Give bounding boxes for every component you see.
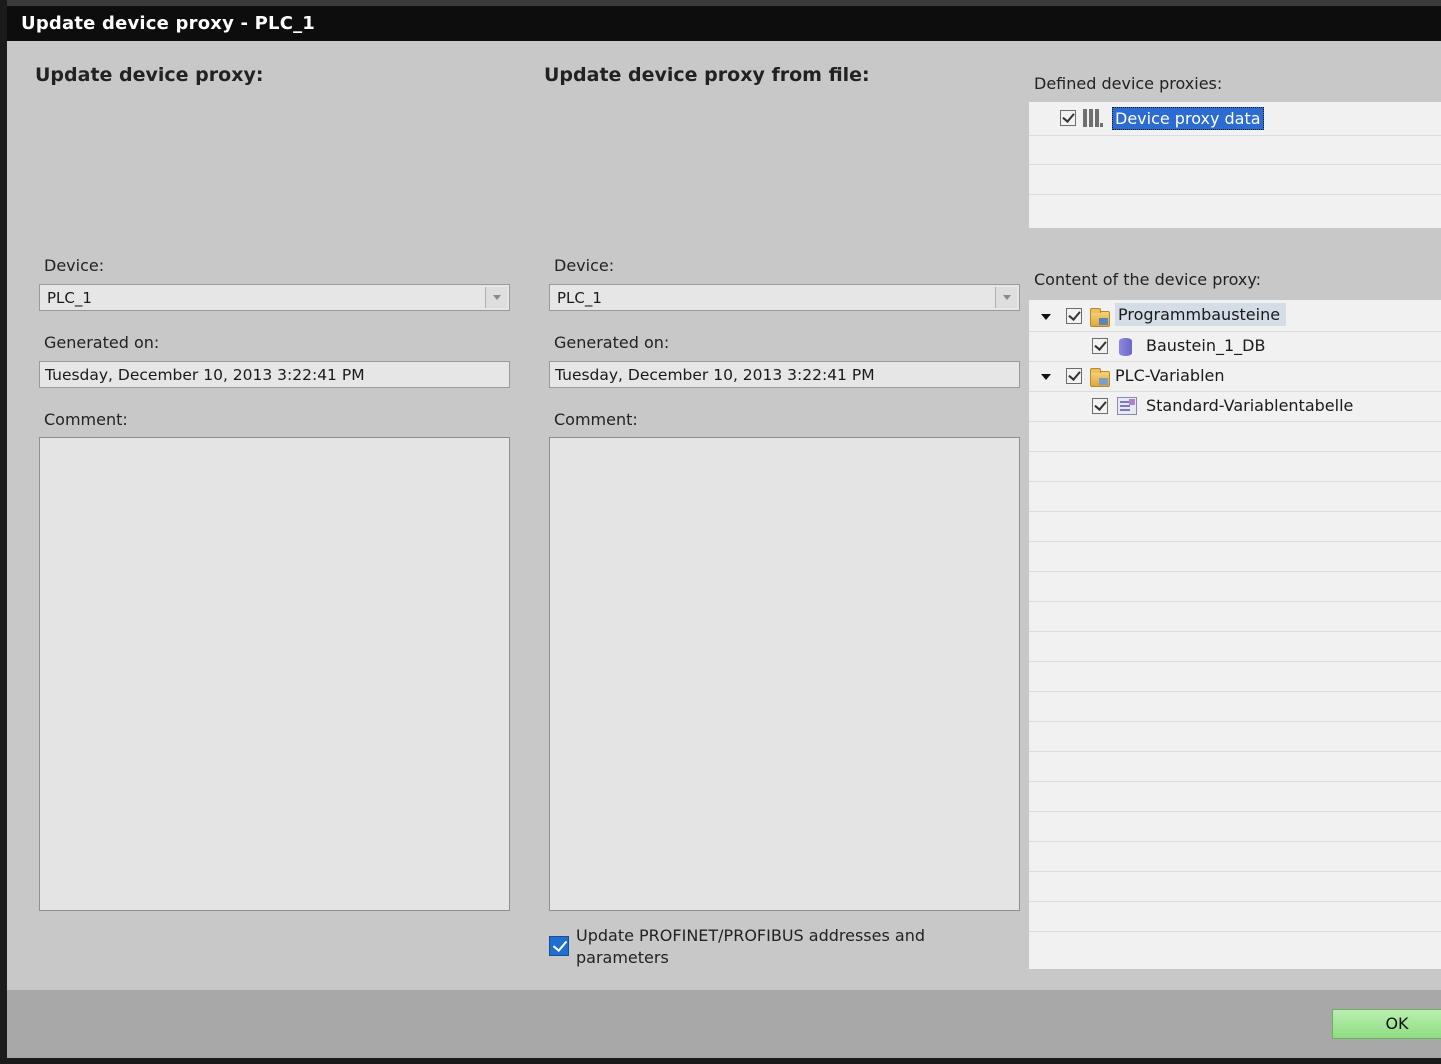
- generated-on-value: Tuesday, December 10, 2013 3:22:41 PM: [45, 366, 365, 384]
- tag-table-icon: [1117, 397, 1137, 415]
- generated-on-field: Tuesday, December 10, 2013 3:22:41 PM: [39, 361, 510, 388]
- row-divider: [1029, 841, 1441, 842]
- file-generated-on-label: Generated on:: [554, 333, 670, 352]
- tree-item-baustein-1-db[interactable]: Baustein_1_DB: [1029, 333, 1441, 361]
- baustein-1-db-checkbox[interactable]: [1092, 338, 1108, 354]
- device-select-value: PLC_1: [47, 289, 92, 307]
- window-title: Update device proxy - PLC_1: [21, 13, 316, 34]
- dialog-footer: [7, 990, 1441, 1058]
- update-addresses-label-line2: parameters: [576, 948, 669, 967]
- defined-proxies-list: Device proxy data: [1029, 102, 1441, 228]
- content-tree: Programmbausteine Baustein_1_DB PLC-Vari…: [1029, 300, 1441, 969]
- row-divider: [1029, 451, 1441, 452]
- comment-label: Comment:: [44, 410, 128, 429]
- row-divider: [1029, 481, 1441, 482]
- programmbausteine-checkbox[interactable]: [1066, 308, 1082, 324]
- file-comment-textarea[interactable]: [549, 437, 1020, 911]
- comment-textarea[interactable]: [39, 437, 510, 911]
- row-divider: [1029, 601, 1441, 602]
- update-from-file-heading: Update device proxy from file:: [544, 64, 870, 86]
- update-addresses-label-line1: Update PROFINET/PROFIBUS addresses and: [576, 926, 925, 945]
- row-divider: [1029, 691, 1441, 692]
- update-addresses-checkbox[interactable]: [549, 936, 569, 956]
- device-proxy-data-checkbox[interactable]: [1060, 110, 1076, 126]
- row-divider: [1029, 931, 1441, 932]
- standard-variablentabelle-label[interactable]: Standard-Variablentabelle: [1146, 396, 1353, 415]
- file-device-select[interactable]: PLC_1: [549, 284, 1020, 311]
- device-proxy-icon: [1083, 109, 1103, 127]
- standard-variablentabelle-checkbox[interactable]: [1092, 398, 1108, 414]
- row-divider: [1029, 331, 1441, 332]
- list-item-device-proxy-data[interactable]: Device proxy data: [1029, 106, 1441, 134]
- generated-on-label: Generated on:: [44, 333, 160, 352]
- dialog-bottom-border: [7, 1058, 1441, 1064]
- file-comment-label: Comment:: [554, 410, 638, 429]
- update-device-proxy-heading: Update device proxy:: [35, 64, 264, 86]
- row-divider: [1029, 751, 1441, 752]
- chevron-down-icon[interactable]: [485, 287, 507, 308]
- device-label: Device:: [44, 256, 105, 275]
- row-divider: [1029, 781, 1441, 782]
- plc-variablen-label[interactable]: PLC-Variablen: [1115, 366, 1225, 385]
- row-divider: [1029, 164, 1441, 165]
- row-divider: [1029, 811, 1441, 812]
- file-generated-on-field: Tuesday, December 10, 2013 3:22:41 PM: [549, 361, 1020, 388]
- row-divider: [1029, 541, 1441, 542]
- tree-item-programmbausteine[interactable]: Programmbausteine: [1029, 303, 1441, 331]
- row-divider: [1029, 421, 1441, 422]
- defined-proxies-heading: Defined device proxies:: [1034, 74, 1223, 93]
- row-divider: [1029, 135, 1441, 136]
- device-proxy-data-label[interactable]: Device proxy data: [1112, 107, 1264, 130]
- row-divider: [1029, 721, 1441, 722]
- baustein-1-db-label[interactable]: Baustein_1_DB: [1146, 336, 1265, 355]
- update-addresses-label[interactable]: Update PROFINET/PROFIBUS addresses and p…: [576, 925, 925, 969]
- tree-item-plc-variablen[interactable]: PLC-Variablen: [1029, 363, 1441, 391]
- row-divider: [1029, 901, 1441, 902]
- expand-arrow-icon[interactable]: [1041, 374, 1051, 380]
- plc-variablen-checkbox[interactable]: [1066, 368, 1082, 384]
- row-divider: [1029, 391, 1441, 392]
- tree-item-standard-variablentabelle[interactable]: Standard-Variablentabelle: [1029, 393, 1441, 421]
- row-divider: [1029, 361, 1441, 362]
- file-device-label: Device:: [554, 256, 615, 275]
- data-block-icon: [1119, 338, 1132, 356]
- content-heading: Content of the device proxy:: [1034, 270, 1262, 289]
- ok-button[interactable]: OK: [1332, 1009, 1441, 1039]
- row-divider: [1029, 511, 1441, 512]
- program-blocks-folder-icon: [1090, 308, 1110, 327]
- title-bar[interactable]: Update device proxy - PLC_1: [7, 0, 1441, 41]
- update-device-proxy-dialog: Update device proxy - PLC_1 Update devic…: [0, 0, 1441, 1064]
- plc-tags-folder-icon: [1090, 368, 1110, 387]
- file-generated-on-value: Tuesday, December 10, 2013 3:22:41 PM: [555, 366, 875, 384]
- programmbausteine-label[interactable]: Programmbausteine: [1115, 303, 1287, 326]
- file-device-select-value: PLC_1: [557, 289, 602, 307]
- row-divider: [1029, 194, 1441, 195]
- row-divider: [1029, 631, 1441, 632]
- expand-arrow-icon[interactable]: [1041, 314, 1051, 320]
- row-divider: [1029, 571, 1441, 572]
- row-divider: [1029, 871, 1441, 872]
- chevron-down-icon[interactable]: [995, 287, 1017, 308]
- row-divider: [1029, 661, 1441, 662]
- device-select[interactable]: PLC_1: [39, 284, 510, 311]
